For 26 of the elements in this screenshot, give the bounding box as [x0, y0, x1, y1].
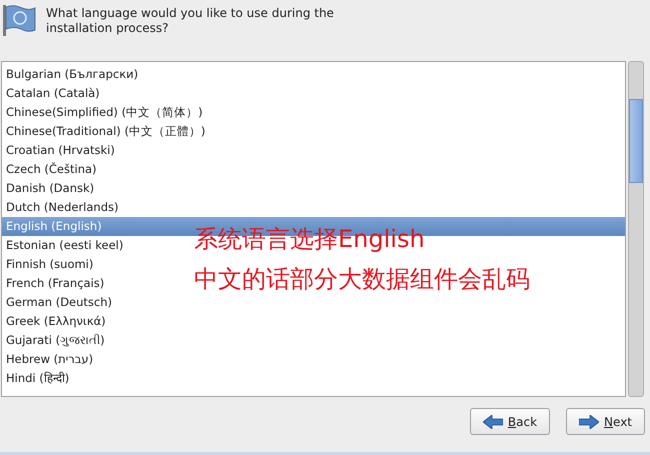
language-list[interactable] [1, 61, 626, 397]
right-arrow-icon [579, 414, 600, 428]
flag-icon [2, 3, 36, 37]
language-item[interactable]: Hindi (हिन्दी) [2, 369, 72, 388]
language-item[interactable]: Bulgarian (Български) [2, 65, 140, 84]
next-button[interactable]: Next [566, 408, 645, 435]
back-button[interactable]: Back [470, 408, 550, 435]
language-item[interactable]: Hebrew (עברית) [2, 350, 96, 369]
language-item[interactable]: Greek (Ελληνικά) [2, 312, 108, 331]
question-text: What language would you like to use during the installation process? [46, 5, 335, 36]
language-item[interactable]: Croatian (Hrvatski) [2, 141, 117, 160]
annotation-text: 中文的话部分大数据组件会乱码 [194, 264, 530, 295]
language-item[interactable]: Chinese(Traditional) (中文（正體）) [2, 122, 208, 141]
scroll-thumb[interactable] [629, 99, 643, 183]
language-item[interactable]: French (Français) [2, 274, 106, 293]
left-arrow-icon [482, 414, 503, 428]
language-item[interactable]: Finnish (suomi) [2, 255, 96, 274]
language-item[interactable]: Dutch (Nederlands) [2, 198, 120, 217]
language-item[interactable]: Czech (Čeština) [2, 160, 99, 179]
language-item[interactable]: Catalan (Català) [2, 84, 102, 103]
language-item[interactable]: Chinese(Simplified) (中文（简体）) [2, 103, 205, 122]
language-item[interactable]: Gujarati (ગુજરાતી) [2, 331, 107, 350]
language-item[interactable]: Danish (Dansk) [2, 179, 96, 198]
language-item[interactable]: German (Deutsch) [2, 293, 114, 312]
language-item[interactable]: Estonian (eesti keel) [2, 236, 126, 255]
scrollbar[interactable] [628, 61, 644, 397]
